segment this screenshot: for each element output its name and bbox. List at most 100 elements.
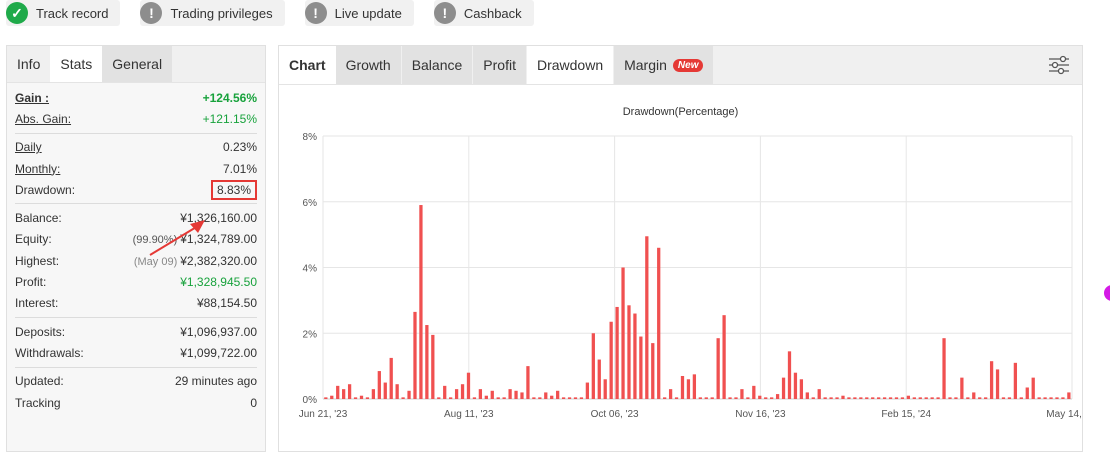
drawdown-bar <box>877 397 881 399</box>
drawdown-bar <box>573 397 578 399</box>
drawdown-bar <box>359 395 364 399</box>
tab-balance[interactable]: Balance <box>401 46 473 84</box>
divider <box>15 203 257 205</box>
daily-label[interactable]: Daily <box>15 140 42 154</box>
floating-dot[interactable] <box>1104 285 1110 301</box>
balance-label: Balance: <box>15 211 62 226</box>
withdrawals-label: Withdrawals: <box>15 345 84 360</box>
drawdown-bar <box>978 397 982 399</box>
highest-label: Highest: <box>15 253 60 268</box>
abs-gain-label[interactable]: Abs. Gain: <box>15 112 71 126</box>
drawdown-bar <box>722 315 726 399</box>
drawdown-bar <box>502 397 506 399</box>
withdrawals-value: ¥1,099,722.00 <box>180 345 257 360</box>
chart-panel: Chart Growth Balance Profit Drawdown Mar… <box>278 45 1083 452</box>
drawdown-bar <box>603 379 607 399</box>
drawdown-bar <box>1013 362 1018 399</box>
drawdown-bar <box>496 397 500 399</box>
drawdown-bar <box>609 321 613 399</box>
drawdown-bar <box>906 395 911 399</box>
drawdown-bar <box>514 390 518 399</box>
tab-chart[interactable]: Chart <box>279 46 336 84</box>
drawdown-bar <box>389 357 393 399</box>
drawdown-bar <box>823 397 827 399</box>
settings-sliders-icon[interactable] <box>1048 55 1070 75</box>
drawdown-bar <box>1031 377 1035 399</box>
stat-row-balance: Balance: ¥1,326,160.00 <box>15 207 257 228</box>
tab-drawdown[interactable]: Drawdown <box>526 46 614 84</box>
drawdown-bar <box>395 384 399 399</box>
equity-value-wrap: (99.90%) ¥1,324,789.00 <box>133 232 257 246</box>
drawdown-bar <box>770 397 774 399</box>
exclamation-icon: ! <box>433 2 456 24</box>
drawdown-bar <box>425 325 429 399</box>
cashback-badge[interactable]: ! Cashback <box>433 0 534 26</box>
drawdown-bar <box>775 394 780 399</box>
x-tick-label: May 14, '24 <box>1046 409 1082 420</box>
drawdown-bar <box>353 397 358 399</box>
drawdown-bar <box>490 390 494 399</box>
chart-title: Drawdown(Percentage) <box>622 106 739 118</box>
drawdown-bar <box>1055 397 1059 399</box>
tracking-label: Tracking <box>15 395 61 410</box>
stat-row-deposits: Deposits: ¥1,096,937.00 <box>15 321 257 342</box>
live-update-badge[interactable]: ! Live update <box>304 0 414 26</box>
drawdown-bar <box>1043 397 1047 399</box>
drawdown-bar <box>865 397 869 399</box>
x-tick-label: Jun 21, '23 <box>299 409 348 420</box>
trading-privileges-badge[interactable]: ! Trading privileges <box>140 0 285 26</box>
drawdown-bar <box>371 389 376 399</box>
drawdown-bar <box>544 392 548 399</box>
drawdown-bar <box>704 397 708 399</box>
badge-label: Track record <box>36 5 109 21</box>
drawdown-bar <box>342 389 346 399</box>
drawdown-bar <box>734 397 738 399</box>
interest-value: ¥88,154.50 <box>196 296 257 311</box>
gain-label[interactable]: Gain : <box>15 91 49 105</box>
stat-row-abs-gain: Abs. Gain: +121.15% <box>15 108 257 129</box>
drawdown-bar <box>520 392 524 399</box>
tab-margin[interactable]: Margin New <box>614 46 714 84</box>
drawdown-bar <box>752 385 756 399</box>
tab-info[interactable]: Info <box>7 46 50 82</box>
drawdown-bar <box>930 397 934 399</box>
x-tick-label: Oct 06, '23 <box>591 409 639 420</box>
drawdown-bar <box>460 384 465 399</box>
drawdown-bar <box>758 395 762 399</box>
profit-label: Profit: <box>15 275 47 290</box>
drawdown-bar <box>561 397 566 399</box>
stats-panel: Info Stats General Gain : +124.56% Abs. … <box>6 45 266 452</box>
drawdown-bar <box>567 397 572 399</box>
tab-stats[interactable]: Stats <box>50 46 103 82</box>
stats-list: Gain : +124.56% Abs. Gain: +121.15% Dail… <box>7 83 265 413</box>
new-badge: New <box>672 58 704 72</box>
drawdown-bar <box>918 397 922 399</box>
drawdown-bar <box>966 397 970 399</box>
highest-value-wrap: (May 09) ¥2,382,320.00 <box>134 254 257 268</box>
drawdown-bar <box>882 397 887 399</box>
updated-value: 29 minutes ago <box>174 374 257 389</box>
monthly-label[interactable]: Monthly: <box>15 162 60 176</box>
drawdown-bar <box>443 385 447 399</box>
badge-label: Cashback <box>463 5 522 21</box>
drawdown-bar <box>692 374 697 399</box>
stat-row-drawdown: Drawdown: 8.83% <box>15 179 257 200</box>
drawdown-bar <box>716 338 720 399</box>
drawdown-bar <box>466 372 471 399</box>
drawdown-bar <box>728 397 732 399</box>
drawdown-chart: 0% 2% 4% 6% 8% Jun 21, '23 Aug 11, '23 Oct 06, … <box>299 132 1082 420</box>
drawdown-bar <box>936 397 940 399</box>
drawdown-bar <box>853 397 857 399</box>
drawdown-bar <box>347 384 352 399</box>
monthly-value: 7.01% <box>222 161 257 176</box>
highest-date: (May 09) <box>133 255 178 268</box>
drawdown-bar <box>621 267 625 399</box>
tab-general[interactable]: General <box>102 46 173 82</box>
deposits-value: ¥1,096,937.00 <box>180 324 257 339</box>
equity-value: ¥1,324,789.00 <box>180 232 257 247</box>
tab-profit[interactable]: Profit <box>473 46 526 84</box>
tab-growth[interactable]: Growth <box>335 46 401 84</box>
drawdown-bar <box>538 397 542 399</box>
track-record-badge[interactable]: ✓ Track record <box>6 0 121 26</box>
exclamation-icon: ! <box>304 2 327 24</box>
